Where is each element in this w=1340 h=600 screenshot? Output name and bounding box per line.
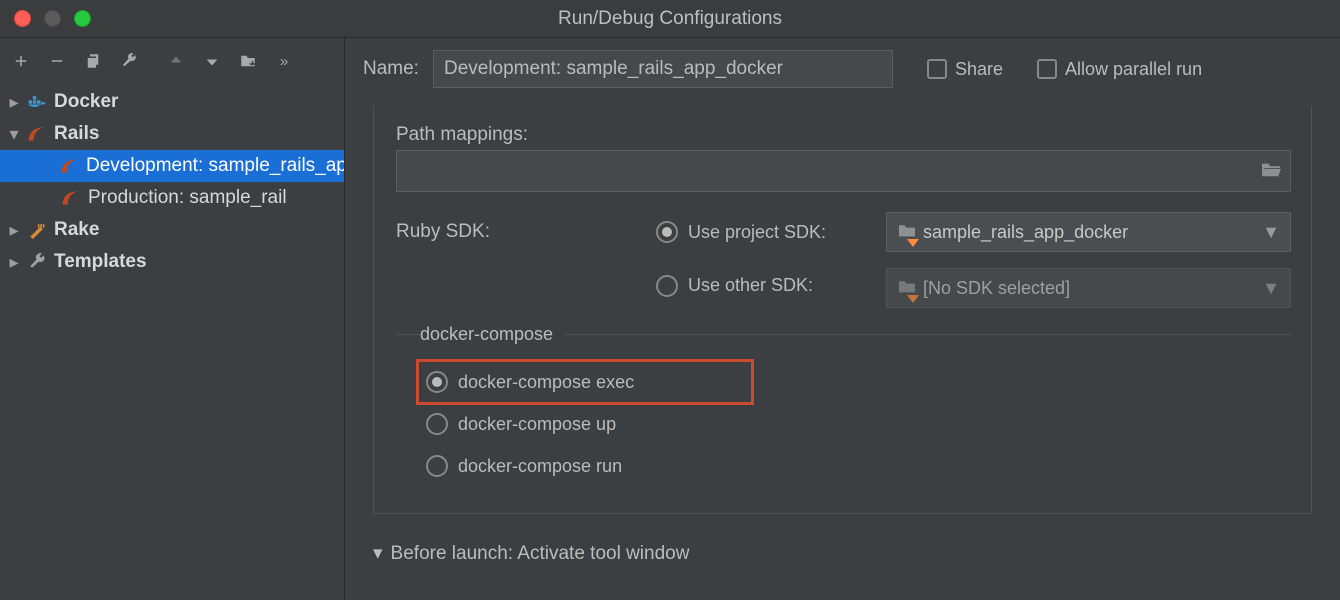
- wrench-icon: [120, 52, 138, 70]
- checkbox-box-icon: [927, 59, 947, 79]
- rails-icon: [26, 125, 48, 143]
- chevron-down-icon: ▾: [373, 542, 383, 565]
- window-title: Run/Debug Configurations: [0, 8, 1340, 30]
- before-launch-label: Before launch: Activate tool window: [391, 543, 690, 565]
- allow-parallel-label: Allow parallel run: [1065, 59, 1202, 80]
- chevron-down-icon: ▼: [1262, 278, 1280, 299]
- move-up-button[interactable]: [163, 48, 189, 74]
- before-launch-section[interactable]: ▾ Before launch: Activate tool window: [373, 542, 1312, 565]
- config-panel: Name: Share Allow parallel run Path mapp…: [345, 38, 1340, 600]
- checkbox-box-icon: [1037, 59, 1057, 79]
- project-sdk-combo[interactable]: sample_rails_app_docker ▼: [886, 212, 1291, 252]
- sidebar-toolbar: »: [0, 38, 344, 84]
- tree-label: Templates: [54, 251, 147, 273]
- tree-label: Rake: [54, 219, 99, 241]
- more-button[interactable]: »: [271, 48, 297, 74]
- folder-icon: [897, 278, 917, 299]
- chevron-right-icon: ▸: [6, 92, 22, 113]
- radio-icon: [426, 455, 448, 477]
- arrow-down-icon: [203, 52, 221, 70]
- new-folder-button[interactable]: [235, 48, 261, 74]
- titlebar: Run/Debug Configurations: [0, 0, 1340, 38]
- docker-compose-legend: docker-compose: [420, 324, 565, 345]
- path-mappings-label: Path mappings:: [396, 124, 1291, 146]
- docker-icon: [26, 93, 48, 111]
- plus-icon: [12, 52, 30, 70]
- tree-label: Production: sample_rail: [88, 187, 287, 209]
- rake-icon: [26, 220, 48, 240]
- tree-node-templates[interactable]: ▸ Templates: [0, 246, 344, 278]
- tree-node-rails-prod[interactable]: Production: sample_rail: [0, 182, 344, 214]
- tree-node-rails[interactable]: ▾ Rails: [0, 118, 344, 150]
- chevron-right-icon: ▸: [6, 252, 22, 273]
- radio-icon: [656, 221, 678, 243]
- folder-plus-icon: [239, 52, 257, 70]
- add-config-button[interactable]: [8, 48, 34, 74]
- radio-icon: [426, 413, 448, 435]
- rails-run-icon: [60, 189, 82, 207]
- minus-icon: [48, 52, 66, 70]
- use-other-sdk-radio[interactable]: Use other SDK:: [656, 275, 813, 297]
- docker-compose-up-label: docker-compose up: [458, 414, 616, 435]
- toolbar-separator: [152, 50, 153, 72]
- docker-compose-exec-label: docker-compose exec: [458, 372, 634, 393]
- config-subpanel: Path mappings: Ruby SDK: Use project SDK…: [373, 106, 1312, 514]
- wrench-icon: [26, 252, 48, 272]
- tree-label: Rails: [54, 123, 99, 145]
- use-project-sdk-label: Use project SDK:: [688, 222, 826, 243]
- docker-compose-group: docker-compose docker-compose exec docke…: [396, 324, 1291, 503]
- share-label: Share: [955, 59, 1003, 80]
- minimize-window-button[interactable]: [44, 10, 61, 27]
- remove-config-button[interactable]: [44, 48, 70, 74]
- name-label: Name:: [363, 58, 419, 80]
- chevron-down-icon: ▾: [6, 124, 22, 145]
- name-input[interactable]: [433, 50, 893, 88]
- use-other-sdk-label: Use other SDK:: [688, 275, 813, 296]
- docker-compose-run-radio[interactable]: docker-compose run: [426, 455, 622, 477]
- arrow-up-icon: [167, 52, 185, 70]
- other-sdk-combo[interactable]: [No SDK selected] ▼: [886, 268, 1291, 308]
- path-mappings-input[interactable]: [396, 150, 1291, 192]
- folder-open-icon[interactable]: [1260, 160, 1282, 183]
- edit-defaults-button[interactable]: [116, 48, 142, 74]
- docker-compose-run-label: docker-compose run: [458, 456, 622, 477]
- copy-icon: [84, 52, 102, 70]
- close-window-button[interactable]: [14, 10, 31, 27]
- allow-parallel-checkbox[interactable]: Allow parallel run: [1037, 59, 1202, 80]
- chevron-down-icon: ▼: [1262, 222, 1280, 243]
- tree-label: Development: sample_rails_app_docker: [86, 155, 344, 177]
- rails-run-icon: [60, 157, 80, 175]
- config-tree: ▸ Docker ▾ Rails Development: sample_rai…: [0, 84, 344, 278]
- ruby-sdk-label: Ruby SDK:: [396, 221, 656, 243]
- sidebar: » ▸ Docker ▾ Rails Develo: [0, 38, 345, 600]
- docker-compose-up-radio[interactable]: docker-compose up: [426, 413, 616, 435]
- combo-text: [No SDK selected]: [923, 278, 1070, 299]
- tree-node-docker[interactable]: ▸ Docker: [0, 86, 344, 118]
- move-down-button[interactable]: [199, 48, 225, 74]
- copy-config-button[interactable]: [80, 48, 106, 74]
- tree-label: Docker: [54, 91, 118, 113]
- radio-icon: [656, 275, 678, 297]
- folder-icon: [897, 222, 917, 243]
- chevron-right-icon: ▸: [6, 220, 22, 241]
- share-checkbox[interactable]: Share: [927, 59, 1003, 80]
- zoom-window-button[interactable]: [74, 10, 91, 27]
- tree-node-rails-dev[interactable]: Development: sample_rails_app_docker: [0, 150, 344, 182]
- use-project-sdk-radio[interactable]: Use project SDK:: [656, 221, 826, 243]
- tree-node-rake[interactable]: ▸ Rake: [0, 214, 344, 246]
- docker-compose-exec-radio[interactable]: docker-compose exec: [426, 371, 634, 393]
- radio-icon: [426, 371, 448, 393]
- combo-text: sample_rails_app_docker: [923, 222, 1128, 243]
